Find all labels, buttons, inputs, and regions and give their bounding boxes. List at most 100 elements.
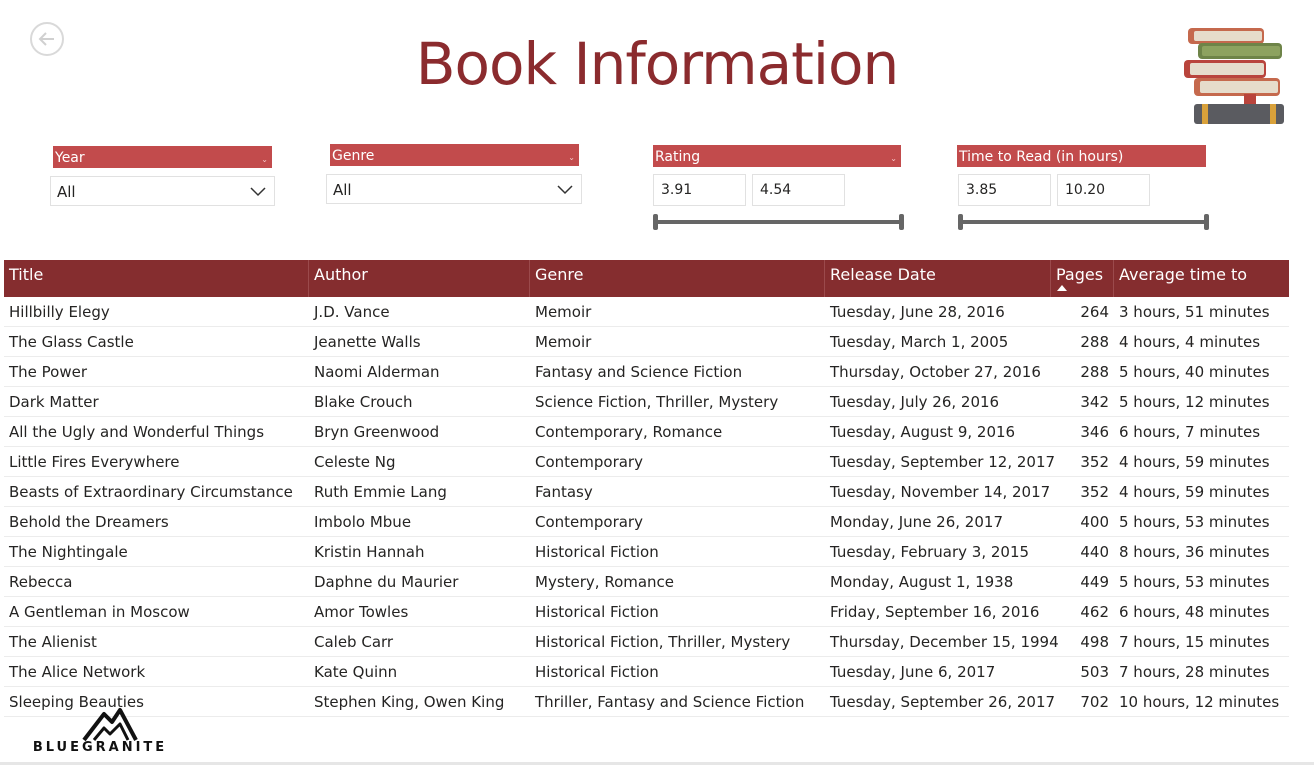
table-row[interactable]: The Alienist Caleb Carr Historical Fiction…	[4, 627, 1289, 657]
column-header-pages[interactable]: Pages	[1051, 260, 1114, 297]
year-slicer-header: Year ⌄	[53, 146, 272, 168]
cell-genre: Contemporary, Romance	[535, 423, 723, 441]
genre-dropdown-value: All	[333, 181, 352, 199]
table-row[interactable]: The Alice Network Kate Quinn Historical Fi…	[4, 657, 1289, 687]
rating-slicer: Rating ⌄	[653, 145, 901, 167]
rating-max-input[interactable]: 4.54	[752, 174, 845, 206]
cell-release-date: Tuesday, November 14, 2017	[830, 483, 1051, 501]
cell-title: A Gentleman in Moscow	[9, 603, 190, 621]
genre-slicer: Genre ⌄	[330, 144, 579, 166]
table-row[interactable]: The Nightingale Kristin Hannah Historical …	[4, 537, 1289, 567]
cell-pages: 346	[1080, 423, 1109, 441]
cell-release-date: Tuesday, March 1, 2005	[830, 333, 1009, 351]
column-header-genre[interactable]: Genre	[530, 260, 825, 297]
cell-average-time: 4 hours, 59 minutes	[1119, 453, 1270, 471]
rating-min-input[interactable]: 3.91	[653, 174, 746, 206]
cell-author: Blake Crouch	[314, 393, 413, 411]
cell-genre: Historical Fiction	[535, 603, 659, 621]
table-row[interactable]: Hillbilly Elegy J.D. Vance Memoir Tuesday, …	[4, 297, 1289, 327]
rating-max-handle[interactable]	[899, 214, 904, 230]
cell-author: Daphne du Maurier	[314, 573, 459, 591]
cell-pages: 462	[1080, 603, 1109, 621]
column-header-author[interactable]: Author	[309, 260, 530, 297]
table-row[interactable]: The Glass Castle Jeanette Walls Memoir Tues…	[4, 327, 1289, 357]
cell-pages: 498	[1080, 633, 1109, 651]
genre-dropdown[interactable]: All	[326, 174, 582, 204]
cell-release-date: Tuesday, September 26, 2017	[830, 693, 1056, 711]
year-slicer: Year ⌄	[53, 146, 272, 168]
cell-author: Naomi Alderman	[314, 363, 440, 381]
genre-slicer-label: Genre	[332, 148, 375, 164]
column-header-average-time[interactable]: Average time to Read	[1114, 260, 1289, 314]
cell-author: Ruth Emmie Lang	[314, 483, 447, 501]
time-range-track[interactable]	[960, 220, 1208, 224]
cell-pages: 342	[1080, 393, 1109, 411]
cell-title: The Nightingale	[9, 543, 128, 561]
slicer-menu-icon[interactable]: ⌄	[890, 147, 897, 171]
year-dropdown[interactable]: All	[50, 176, 275, 206]
cell-pages: 440	[1080, 543, 1109, 561]
column-header-pages-label: Pages	[1056, 265, 1104, 284]
cell-pages: 503	[1080, 663, 1109, 681]
cell-title: The Glass Castle	[9, 333, 134, 351]
cell-author: Celeste Ng	[314, 453, 396, 471]
cell-average-time: 8 hours, 36 minutes	[1119, 543, 1270, 561]
time-max-input[interactable]: 10.20	[1057, 174, 1150, 206]
table-header: Title Author Genre Release Date Pages Av…	[4, 260, 1289, 314]
year-dropdown-value: All	[57, 183, 76, 201]
rating-range-track[interactable]	[655, 220, 903, 224]
cell-release-date: Tuesday, February 3, 2015	[830, 543, 1030, 561]
table-row[interactable]: Sleeping Beauties Stephen King, Owen King…	[4, 687, 1289, 717]
cell-pages: 288	[1080, 333, 1109, 351]
cell-author: Kristin Hannah	[314, 543, 425, 561]
cell-title: All the Ugly and Wonderful Things	[9, 423, 265, 441]
cell-author: J.D. Vance	[314, 303, 390, 321]
cell-title: The Power	[9, 363, 88, 381]
cell-title: Rebecca	[9, 573, 73, 591]
cell-genre: Memoir	[535, 333, 592, 351]
cell-release-date: Monday, August 1, 1938	[830, 573, 1014, 591]
table-row[interactable]: Rebecca Daphne du Maurier Mystery, Romance…	[4, 567, 1289, 597]
table-row[interactable]: A Gentleman in Moscow Amor Towles Historic…	[4, 597, 1289, 627]
column-header-title[interactable]: Title	[4, 260, 309, 297]
cell-release-date: Tuesday, July 26, 2016	[830, 393, 1000, 411]
cell-genre: Fantasy and Science Fiction	[535, 363, 743, 381]
cell-genre: Memoir	[535, 303, 592, 321]
cell-author: Kate Quinn	[314, 663, 398, 681]
table-row[interactable]: Beasts of Extraordinary Circumstance Ruth…	[4, 477, 1289, 507]
time-min-handle[interactable]	[958, 214, 963, 230]
cell-author: Amor Towles	[314, 603, 409, 621]
cell-genre: Thriller, Fantasy and Science Fiction	[535, 693, 805, 711]
cell-genre: Historical Fiction	[535, 543, 659, 561]
cell-release-date: Thursday, October 27, 2016	[830, 363, 1041, 381]
cell-average-time: 6 hours, 7 minutes	[1119, 423, 1261, 441]
cell-release-date: Monday, June 26, 2017	[830, 513, 1003, 531]
cell-author: Stephen King, Owen King	[314, 693, 505, 711]
rating-min-handle[interactable]	[653, 214, 658, 230]
cell-release-date: Tuesday, June 28, 2016	[830, 303, 1005, 321]
time-slicer: Time to Read (in hours)	[957, 145, 1206, 167]
cell-title: Little Fires Everywhere	[9, 453, 180, 471]
cell-release-date: Thursday, December 15, 1994	[830, 633, 1059, 651]
slicer-menu-icon[interactable]: ⌄	[261, 148, 268, 172]
table-body: Hillbilly Elegy J.D. Vance Memoir Tuesday, …	[4, 297, 1289, 717]
time-max-handle[interactable]	[1204, 214, 1209, 230]
cell-release-date: Tuesday, September 12, 2017	[830, 453, 1056, 471]
cell-pages: 264	[1080, 303, 1109, 321]
time-min-input[interactable]: 3.85	[958, 174, 1051, 206]
cell-average-time: 10 hours, 12 minutes	[1119, 693, 1280, 711]
cell-pages: 449	[1080, 573, 1109, 591]
slicer-menu-icon[interactable]: ⌄	[568, 146, 575, 170]
cell-genre: Historical Fiction, Thriller, Mystery	[535, 633, 791, 651]
table-row[interactable]: All the Ugly and Wonderful Things Bryn Gr…	[4, 417, 1289, 447]
table-row[interactable]: Dark Matter Blake Crouch Science Fiction, …	[4, 387, 1289, 417]
cell-genre: Historical Fiction	[535, 663, 659, 681]
table-row[interactable]: Behold the Dreamers Imbolo Mbue Contempora…	[4, 507, 1289, 537]
table-row[interactable]: Little Fires Everywhere Celeste Ng Contemp…	[4, 447, 1289, 477]
book-stack-icon	[1184, 28, 1284, 124]
cell-author: Imbolo Mbue	[314, 513, 412, 531]
year-slicer-label: Year	[55, 150, 85, 166]
column-header-release-date[interactable]: Release Date	[825, 260, 1051, 297]
table-row[interactable]: The Power Naomi Alderman Fantasy and Scien…	[4, 357, 1289, 387]
cell-title: Dark Matter	[9, 393, 99, 411]
